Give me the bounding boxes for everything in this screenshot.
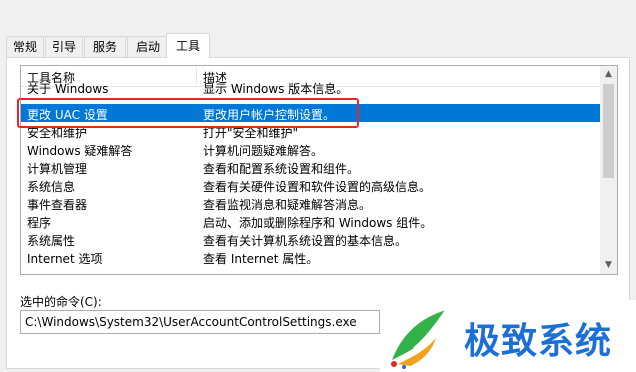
selected-command-label: 选中的命令(C): <box>20 295 102 309</box>
tool-name: 系统信息 <box>27 180 76 194</box>
tool-description: 查看有关硬件设置和软件设置的高级信息。 <box>203 180 432 194</box>
list-item[interactable]: 安全和维护 打开"安全和维护" <box>21 122 600 140</box>
selected-command-field[interactable]: C:\Windows\System32\UserAccountControlSe… <box>20 310 380 334</box>
tool-name: 安全和维护 <box>27 126 88 140</box>
tab-services[interactable]: 服务 <box>84 36 126 57</box>
tool-name: 关于 Windows <box>27 82 109 96</box>
tool-description: 查看监视消息和疑难解答消息。 <box>203 198 372 212</box>
tool-description: 显示 Windows 版本信息。 <box>203 82 349 96</box>
tool-description: 更改用户帐户控制设置。 <box>203 108 336 122</box>
tool-name: 程序 <box>27 216 52 230</box>
list-item[interactable]: Windows 疑难解答 计算机问题疑难解答。 <box>21 140 600 158</box>
list-item[interactable]: 事件查看器 查看监视消息和疑难解答消息。 <box>21 194 600 212</box>
watermark-logo: 极致系统 <box>380 300 636 372</box>
list-item[interactable]: 程序 启动、添加或删除程序和 Windows 组件。 <box>21 212 600 230</box>
tab-boot[interactable]: 引导 <box>45 36 83 57</box>
list-item[interactable]: 关于 Windows 显示 Windows 版本信息。 <box>21 78 600 96</box>
tool-name: Internet 选项 <box>27 252 103 266</box>
tool-description: 查看有关计算机系统设置的基本信息。 <box>203 234 408 248</box>
tool-name: 计算机管理 <box>27 162 88 176</box>
vertical-scrollbar[interactable]: ▲ ▼ <box>600 66 617 274</box>
tab-bar: 常规 引导 服务 启动 工具 <box>0 0 636 58</box>
tool-name: 系统属性 <box>27 234 76 248</box>
tool-description: 查看和配置系统设置和组件。 <box>203 162 360 176</box>
tool-description: 查看 Internet 属性。 <box>203 252 319 266</box>
tools-list[interactable]: 工具名称 描述 关于 Windows 显示 Windows 版本信息。 更改 U… <box>20 65 618 275</box>
list-item-selected[interactable]: 更改 UAC 设置 更改用户帐户控制设置。 <box>21 104 600 122</box>
tool-description: 打开"安全和维护" <box>203 126 299 140</box>
tool-name: 事件查看器 <box>27 198 88 212</box>
list-item[interactable]: Internet 选项 查看 Internet 属性。 <box>21 248 600 266</box>
tool-description: 计算机问题疑难解答。 <box>203 144 324 158</box>
chevron-up-icon[interactable]: ▲ <box>600 66 617 83</box>
list-item[interactable]: 计算机管理 查看和配置系统设置和组件。 <box>21 158 600 176</box>
tool-name: Windows 疑难解答 <box>27 144 133 158</box>
list-item[interactable]: 系统属性 查看有关计算机系统设置的基本信息。 <box>21 230 600 248</box>
tab-startup[interactable]: 启动 <box>127 36 169 57</box>
chevron-down-icon[interactable]: ▼ <box>600 257 617 274</box>
scrollbar-thumb[interactable] <box>603 84 614 178</box>
tool-description: 启动、添加或删除程序和 Windows 组件。 <box>203 216 433 230</box>
tab-general[interactable]: 常规 <box>6 36 44 57</box>
watermark-text: 极致系统 <box>464 321 613 362</box>
list-item[interactable]: 系统信息 查看有关硬件设置和软件设置的高级信息。 <box>21 176 600 194</box>
selected-command-value: C:\Windows\System32\UserAccountControlSe… <box>25 315 357 329</box>
tool-name: 更改 UAC 设置 <box>27 108 108 122</box>
tab-tools[interactable]: 工具 <box>166 33 210 58</box>
leaf-logo-icon <box>391 309 447 369</box>
